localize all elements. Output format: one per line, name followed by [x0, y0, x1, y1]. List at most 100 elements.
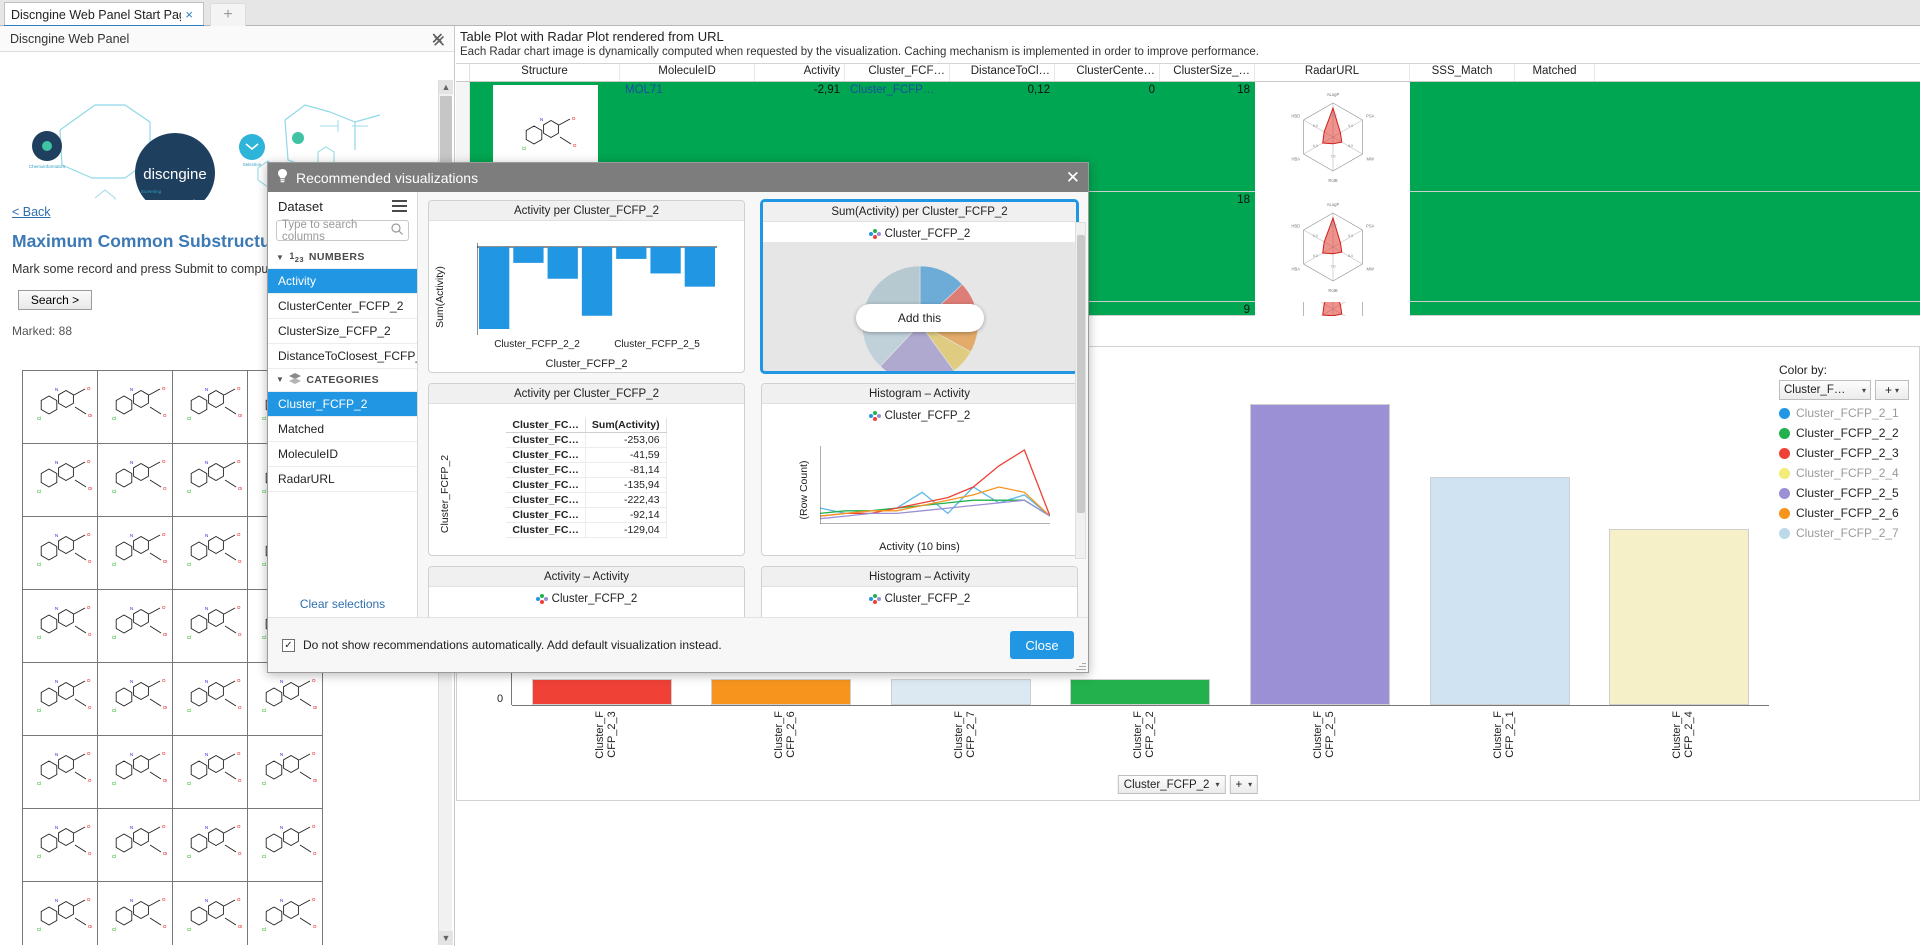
back-link[interactable]: < Back	[12, 205, 51, 219]
bar[interactable]	[891, 679, 1031, 705]
chevron-down-icon[interactable]: ▾	[1895, 386, 1899, 395]
legend-item[interactable]: Cluster_FCFP_2_1	[1779, 406, 1909, 420]
column-header[interactable]: RadarURL	[1255, 64, 1410, 81]
dataset-column-item[interactable]: ClusterSize_FCFP_2	[268, 319, 417, 344]
column-header[interactable]: DistanceToCl…	[950, 64, 1055, 81]
structure-cell[interactable]: O OH Cl N	[98, 809, 173, 882]
recommendation-card[interactable]: Sum(Activity) per Cluster_FCFP_2 Cluster_…	[761, 200, 1078, 373]
column-header[interactable]: Cluster_FCF…	[845, 64, 950, 81]
bar[interactable]	[711, 679, 851, 705]
bar[interactable]	[1070, 679, 1210, 705]
structure-cell[interactable]: O O Cl N	[173, 736, 248, 809]
dataset-column-item[interactable]: Matched	[268, 417, 417, 442]
structure-cell[interactable]: O O Cl N	[248, 882, 323, 945]
dataset-column-item[interactable]: RadarURL	[268, 467, 417, 492]
legend-item[interactable]: Cluster_FCFP_2_4	[1779, 466, 1909, 480]
color-by-add-button[interactable]: + ▾	[1875, 380, 1909, 400]
close-icon[interactable]: ×	[181, 7, 197, 22]
legend-item[interactable]: Cluster_FCFP_2_3	[1779, 446, 1909, 460]
column-group-header[interactable]: ▼ CATEGORIES	[268, 369, 417, 392]
column-header[interactable]: SSS_Match	[1410, 64, 1515, 81]
scroll-up-icon[interactable]: ▲	[439, 80, 453, 94]
structure-cell[interactable]: O OH Cl N	[98, 517, 173, 590]
structure-cell[interactable]: O OH Cl N	[23, 882, 98, 945]
browser-tab[interactable]: Discngine Web Panel Start Page ×	[4, 2, 204, 26]
structure-cell[interactable]: O O Cl N	[173, 590, 248, 663]
search-button[interactable]: Search >	[18, 290, 92, 310]
structure-cell[interactable]: O OH Cl N	[173, 371, 248, 444]
bar[interactable]	[1430, 477, 1570, 705]
radar-chart-cell[interactable]: ALogPPSAMWRotBHBAHBD10,09,08,07,06,05,0	[1255, 192, 1410, 302]
structure-cell[interactable]: O O Cl N	[23, 736, 98, 809]
structure-cell[interactable]: O OH Cl N	[23, 371, 98, 444]
x-axis-column-select[interactable]: Cluster_FCFP_2 ▾	[1117, 775, 1226, 794]
structure-cell[interactable]: O OH Cl N	[173, 444, 248, 517]
structure-cell[interactable]: O OH Cl N	[98, 590, 173, 663]
structure-cell[interactable]: O OH Cl N	[248, 663, 323, 736]
structure-cell[interactable]: O O Cl N	[173, 517, 248, 590]
structure-cell[interactable]: O O Cl N	[23, 663, 98, 736]
recommendation-card[interactable]: Activity per Cluster_FCFP_2 Sum(Activity)…	[428, 200, 745, 373]
close-icon[interactable]: ✕	[432, 32, 446, 52]
radar-chart-cell[interactable]: ALogPPSAMWRotBHBAHBD10,09,08,07,06,05,0	[1255, 82, 1410, 192]
scroll-down-icon[interactable]: ▼	[439, 931, 453, 945]
dataset-column-item[interactable]: Activity	[268, 268, 417, 294]
legend-item[interactable]: Cluster_FCFP_2_6	[1779, 506, 1909, 520]
structure-cell[interactable]: O O Cl N	[23, 590, 98, 663]
structure-cell[interactable]: O OH Cl N	[23, 444, 98, 517]
x-axis-selector-group[interactable]: Cluster_FCFP_2 ▾ + ▾	[1117, 775, 1259, 794]
column-header[interactable]: ClusterCente…	[1055, 64, 1160, 81]
recommendation-card[interactable]: Histogram – Activity Cluster_FCFP_2	[761, 566, 1078, 617]
clear-selections-link[interactable]: Clear selections	[268, 597, 417, 611]
chevron-down-icon[interactable]: ▼	[276, 375, 284, 384]
bar[interactable]	[1609, 529, 1749, 705]
scrollbar-thumb[interactable]	[1077, 235, 1085, 513]
hamburger-icon[interactable]	[392, 200, 407, 212]
dataset-column-item[interactable]: ClusterCenter_FCFP_2	[268, 294, 417, 319]
structure-cell[interactable]: O O Cl N	[173, 663, 248, 736]
dataset-column-item[interactable]: MoleculeID	[268, 442, 417, 467]
chevron-down-icon[interactable]: ▾	[1215, 780, 1219, 789]
close-icon[interactable]: ✕	[1066, 168, 1080, 188]
legend-item[interactable]: Cluster_FCFP_2_7	[1779, 526, 1909, 540]
color-by-select[interactable]: Cluster_F… ▾	[1779, 380, 1871, 400]
structure-cell[interactable]: O OH Cl N	[98, 663, 173, 736]
bar[interactable]	[532, 679, 672, 705]
x-axis-add-button[interactable]: + ▾	[1229, 775, 1259, 794]
recommendation-card[interactable]: Histogram – Activity Cluster_FCFP_2 (Row C…	[761, 383, 1078, 556]
chevron-down-icon[interactable]: ▾	[1862, 386, 1866, 395]
column-header[interactable]: Structure	[470, 64, 620, 81]
do-not-show-checkbox[interactable]: ✓	[282, 638, 295, 652]
structure-cell[interactable]: O O Cl N	[248, 809, 323, 882]
column-group-header[interactable]: ▼ 123 NUMBERS	[268, 247, 417, 269]
dialog-scrollbar[interactable]	[1075, 222, 1086, 559]
chevron-down-icon[interactable]: ▾	[1248, 780, 1252, 789]
bar[interactable]	[1250, 404, 1390, 705]
chevron-down-icon[interactable]: ▼	[276, 253, 284, 262]
structure-cell[interactable]: O O Cl N	[98, 444, 173, 517]
legend-item[interactable]: Cluster_FCFP_2_2	[1779, 426, 1909, 440]
column-header[interactable]: MoleculeID	[620, 64, 755, 81]
structure-cell[interactable]: O OH Cl N	[248, 736, 323, 809]
dataset-column-item[interactable]: Cluster_FCFP_2	[268, 391, 417, 417]
resize-handle[interactable]	[1076, 660, 1086, 670]
search-icon[interactable]	[391, 223, 403, 238]
new-tab-button[interactable]: +	[210, 3, 246, 26]
structure-cell[interactable]: O O Cl N	[98, 882, 173, 945]
close-button[interactable]: Close	[1010, 631, 1074, 659]
structure-cell[interactable]: O O Cl N	[23, 517, 98, 590]
column-header[interactable]: ClusterSize_…	[1160, 64, 1255, 81]
structure-cell[interactable]: O O Cl N	[23, 809, 98, 882]
legend-item[interactable]: Cluster_FCFP_2_5	[1779, 486, 1909, 500]
structure-cell[interactable]: O OH Cl N	[173, 882, 248, 945]
add-this-button[interactable]: Add this	[855, 304, 984, 332]
recommendation-card[interactable]: Activity per Cluster_FCFP_2 Cluster_FC… Su…	[428, 383, 745, 556]
recommendation-card[interactable]: Activity – Activity Cluster_FCFP_2	[428, 566, 745, 617]
structure-cell[interactable]: O O Cl N	[173, 809, 248, 882]
structure-cell[interactable]: O OH Cl N	[98, 736, 173, 809]
structure-cell[interactable]: O O Cl N	[98, 371, 173, 444]
radar-chart-cell[interactable]: ALogPPSAMWRotBHBAHBD10,09,08,07,06,05,0	[1255, 302, 1410, 316]
column-header[interactable]: Activity	[755, 64, 845, 81]
dataset-column-item[interactable]: DistanceToClosest_FCFP_2	[268, 344, 417, 369]
search-input[interactable]: Type to search columns	[276, 219, 409, 243]
